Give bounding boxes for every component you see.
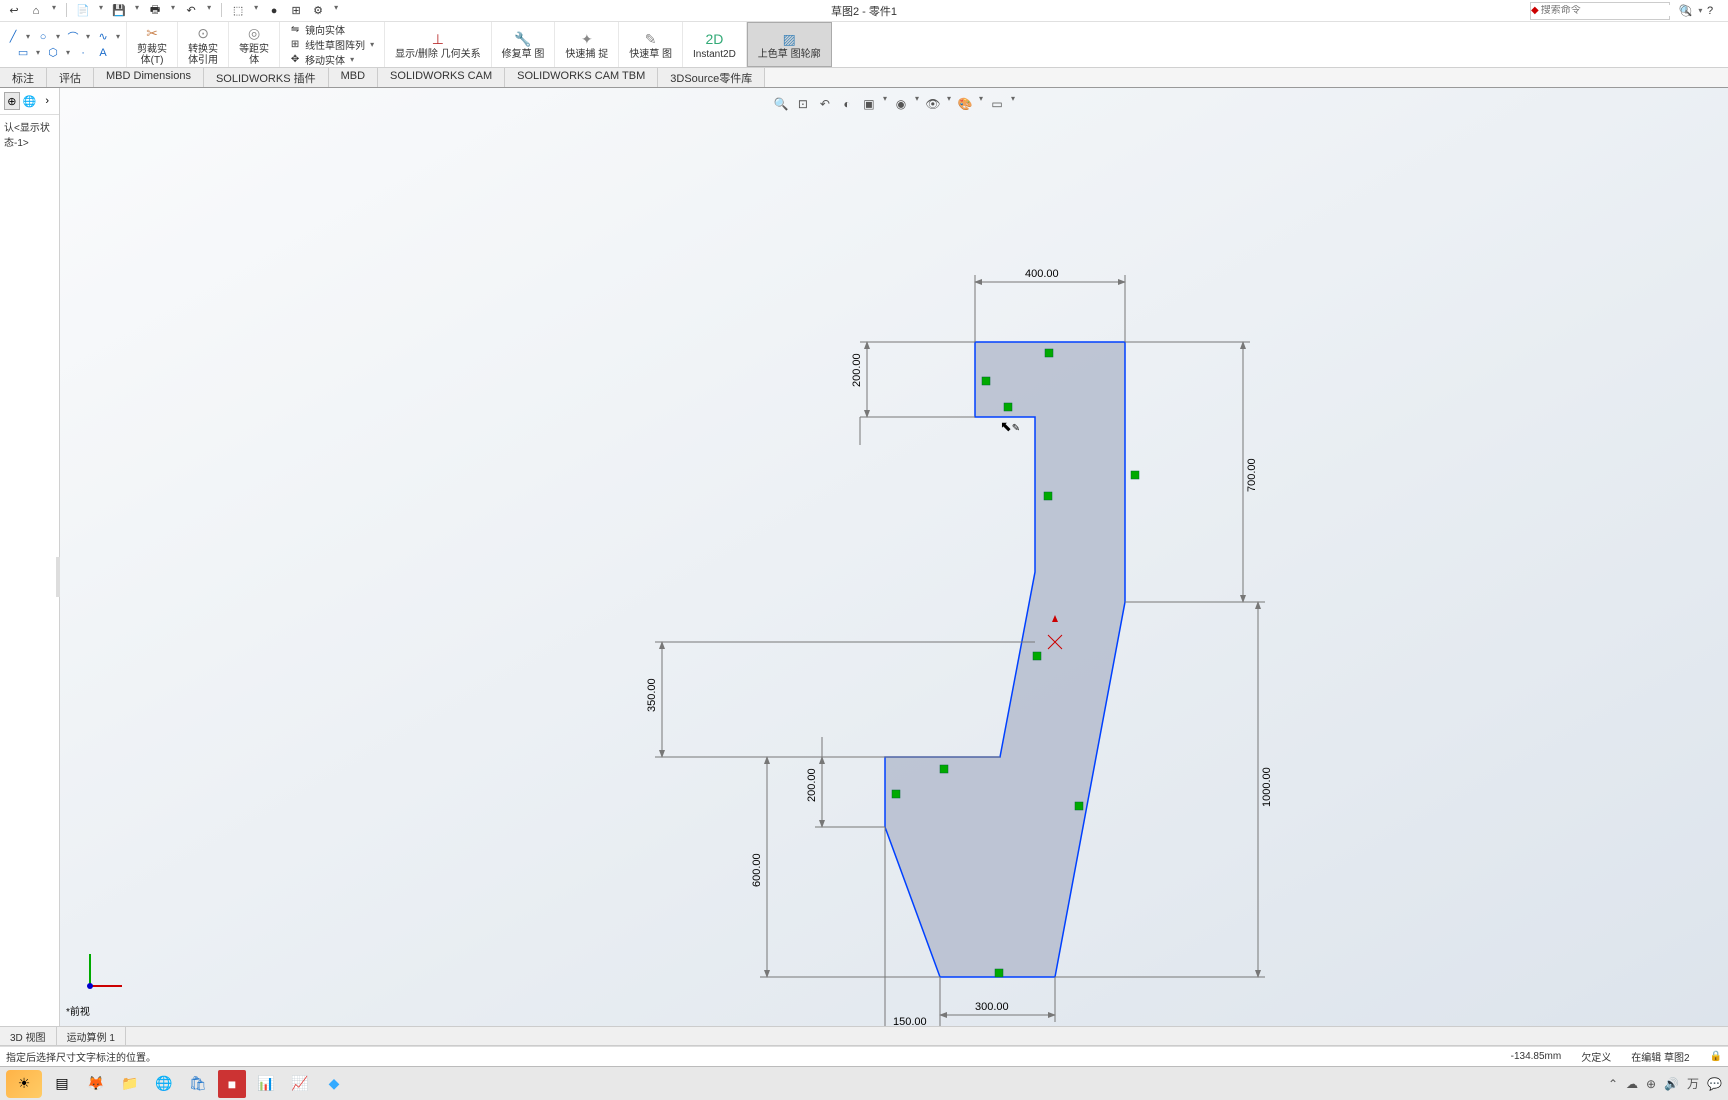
instant2d-button[interactable]: 2D Instant2D <box>687 27 742 62</box>
quick-access-toolbar: ↩ ⌂▾ 📄▾ 💾▾ 🖶▾ ↶▾ ⬚▾ ● ⊞ ⚙▾ <box>0 3 340 19</box>
svg-text:600.00: 600.00 <box>751 853 763 887</box>
new-icon[interactable]: 📄 <box>75 3 91 19</box>
svg-text:200.00: 200.00 <box>806 768 818 802</box>
mirror-button[interactable]: ⇋镜向实体 <box>288 22 345 37</box>
tray-cloud-icon[interactable]: ☁ <box>1626 1077 1638 1091</box>
svg-text:150.00: 150.00 <box>893 1016 927 1026</box>
tree-tab-feature-icon[interactable]: ⊕ <box>4 92 20 110</box>
svg-text:350.00: 350.00 <box>646 678 658 712</box>
tray-volume-icon[interactable]: 🔊 <box>1664 1077 1679 1091</box>
polygon-tool-icon[interactable]: ⬡ <box>44 45 62 61</box>
tab-addins[interactable]: SOLIDWORKS 插件 <box>204 68 329 87</box>
app2-icon[interactable]: 📊 <box>252 1070 280 1098</box>
print-icon[interactable]: 🖶 <box>147 3 163 19</box>
sketch-canvas: 400.00 200.00 700.00 1000.00 350.00 <box>60 88 1728 1026</box>
edge-icon[interactable]: 🌐 <box>150 1070 178 1098</box>
sketch-tools-group: ╱▾ ○▾ ⌒▾ ∿▾ ▭▾ ⬡▾ · A <box>0 22 127 67</box>
task-view-icon[interactable]: ▤ <box>48 1070 76 1098</box>
svg-text:400.00: 400.00 <box>1025 268 1059 280</box>
status-lock-icon: 🔒 <box>1710 1051 1722 1062</box>
tree-tab-more-icon[interactable]: › <box>39 92 55 110</box>
status-definition: 欠定义 <box>1581 1049 1611 1064</box>
search-input[interactable] <box>1539 5 1675 16</box>
tab-motion-study[interactable]: 运动算例 1 <box>57 1027 126 1045</box>
status-mode: 在编辑 草图2 <box>1631 1049 1689 1064</box>
tree-root-item[interactable]: 认<显示状态-1> <box>0 115 59 153</box>
system-tray: ⌃ ☁ ⊕ 🔊 万 💬 <box>1608 1075 1722 1092</box>
tab-3dsource[interactable]: 3DSource零件库 <box>658 68 765 87</box>
line-tool-icon[interactable]: ╱ <box>4 29 22 45</box>
trim-button[interactable]: ✂ 剪裁实体(T) <box>131 22 173 68</box>
svg-text:300.00: 300.00 <box>975 1001 1009 1013</box>
svg-text:1000.00: 1000.00 <box>1261 767 1273 807</box>
select-icon[interactable]: ⬚ <box>230 3 246 19</box>
arc-tool-icon[interactable]: ⌒ <box>64 29 82 45</box>
explorer-icon[interactable]: 📁 <box>116 1070 144 1098</box>
move-button[interactable]: ✥移动实体▾ <box>288 52 356 67</box>
point-tool-icon[interactable]: · <box>74 45 92 61</box>
weather-widget-icon[interactable]: ☀ <box>6 1070 42 1098</box>
tab-evaluate[interactable]: 评估 <box>47 68 94 87</box>
motion-tab-bar: 3D 视图 运动算例 1 <box>0 1026 1728 1046</box>
user-icon[interactable]: ⓘ <box>1678 3 1694 19</box>
store-icon[interactable]: 🛍 <box>184 1070 212 1098</box>
ribbon: ╱▾ ○▾ ⌒▾ ∿▾ ▭▾ ⬡▾ · A ✂ 剪裁实体(T) ⊙ 转换实体引用… <box>0 22 1728 68</box>
offset-button[interactable]: ◎ 等距实体 <box>233 22 275 68</box>
text-tool-icon[interactable]: A <box>94 45 112 61</box>
tab-cam-tbm[interactable]: SOLIDWORKS CAM TBM <box>505 68 658 87</box>
tray-ime-icon[interactable]: 万 <box>1687 1075 1699 1092</box>
tab-mbd-dim[interactable]: MBD Dimensions <box>94 68 204 87</box>
command-tab-bar: 标注 评估 MBD Dimensions SOLIDWORKS 插件 MBD S… <box>0 68 1728 88</box>
rebuild-icon[interactable]: ● <box>266 3 282 19</box>
help-icon[interactable]: ? <box>1702 3 1718 19</box>
tab-mbd[interactable]: MBD <box>329 68 378 87</box>
convert-button[interactable]: ⊙ 转换实体引用 <box>182 22 224 68</box>
tab-annotate[interactable]: 标注 <box>0 68 47 87</box>
windows-taskbar: ☀ ▤ 🦊 📁 🌐 🛍 ■ 📊 📈 ◆ ⌃ ☁ ⊕ 🔊 万 💬 <box>0 1066 1728 1100</box>
solidworks-icon[interactable]: ◆ <box>320 1070 348 1098</box>
command-search[interactable]: ◆ 🔍▾ <box>1530 2 1670 20</box>
pattern-button[interactable]: ⊞线性草图阵列▾ <box>288 37 376 52</box>
tab-cam[interactable]: SOLIDWORKS CAM <box>378 68 505 87</box>
tree-tab-config-icon[interactable]: 🌐 <box>22 92 38 110</box>
options-icon[interactable]: ⊞ <box>288 3 304 19</box>
tab-3d-view[interactable]: 3D 视图 <box>0 1027 57 1045</box>
snap-button[interactable]: ✦ 快速捕 捉 <box>559 27 614 62</box>
rect-tool-icon[interactable]: ▭ <box>14 45 32 61</box>
view-triad <box>80 946 130 996</box>
spline-tool-icon[interactable]: ∿ <box>94 29 112 45</box>
repair-button[interactable]: 🔧 修复草 图 <box>496 27 551 62</box>
app1-icon[interactable]: ■ <box>218 1070 246 1098</box>
svg-text:200.00: 200.00 <box>851 353 863 387</box>
title-bar: ↩ ⌂▾ 📄▾ 💾▾ 🖶▾ ↶▾ ⬚▾ ● ⊞ ⚙▾ 草图2 - 零件1 ◆ 🔍… <box>0 0 1728 22</box>
status-coord: -134.85mm <box>1511 1051 1562 1062</box>
status-hint: 指定后选择尺寸文字标注的位置。 <box>6 1049 1511 1064</box>
circle-tool-icon[interactable]: ○ <box>34 29 52 45</box>
view-label: *前视 <box>66 1003 90 1018</box>
tray-chevron-icon[interactable]: ⌃ <box>1608 1077 1618 1091</box>
back-icon[interactable]: ↩ <box>6 3 22 19</box>
document-title: 草图2 - 零件1 <box>831 3 897 19</box>
feature-tree-panel: ⊕ 🌐 › 认<显示状态-1> <box>0 88 60 1026</box>
svg-text:700.00: 700.00 <box>1246 458 1258 492</box>
tray-notify-icon[interactable]: 💬 <box>1707 1077 1722 1091</box>
shaded-contour-button[interactable]: ▨ 上色草 图轮廓 <box>752 27 827 62</box>
firefox-icon[interactable]: 🦊 <box>82 1070 110 1098</box>
settings-icon[interactable]: ⚙ <box>310 3 326 19</box>
undo-icon[interactable]: ↶ <box>183 3 199 19</box>
search-brand-icon: ◆ <box>1531 5 1539 16</box>
relations-button[interactable]: ⊥ 显示/删除 几何关系 <box>389 27 487 62</box>
app3-icon[interactable]: 📈 <box>286 1070 314 1098</box>
home-icon[interactable]: ⌂ <box>28 3 44 19</box>
tray-network-icon[interactable]: ⊕ <box>1646 1077 1656 1091</box>
rapid-sketch-button[interactable]: ✎ 快速草 图 <box>623 27 678 62</box>
status-bar: 指定后选择尺寸文字标注的位置。 -134.85mm 欠定义 在编辑 草图2 🔒 <box>0 1046 1728 1066</box>
graphics-viewport[interactable]: 🔍 ⊡ ↶ ◐ ▣▾ ◉▾ 👁▾ 🎨▾ ▭▾ <box>60 88 1728 1026</box>
save-icon[interactable]: 💾 <box>111 3 127 19</box>
